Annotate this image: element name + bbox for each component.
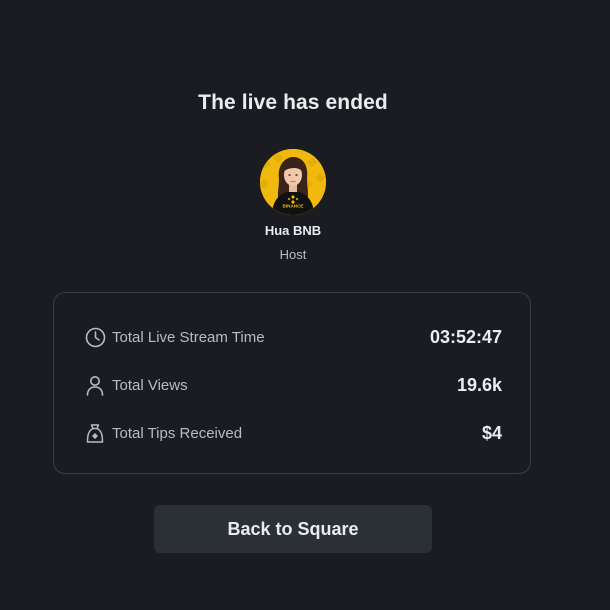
back-to-square-button[interactable]: Back to Square (154, 505, 432, 553)
stat-row-live-time: Total Live Stream Time 03:52:47 (84, 325, 502, 349)
page-title: The live has ended (198, 91, 388, 114)
avatar: BINANCE (260, 149, 326, 215)
money-bag-icon (84, 422, 106, 444)
stat-label: Total Views (112, 376, 188, 394)
stat-row-tips: Total Tips Received $4 (84, 421, 502, 445)
stat-label: Total Tips Received (112, 424, 243, 442)
svg-text:BINANCE: BINANCE (283, 204, 304, 209)
stat-value: 03:52:47 (429, 326, 502, 347)
stat-value: $4 (481, 422, 502, 443)
host-avatar-image: BINANCE (260, 149, 326, 215)
stat-row-views: Total Views 19.6k (84, 373, 502, 397)
host-name: Hua BNB (264, 223, 322, 238)
clock-icon (84, 326, 106, 348)
user-icon (84, 374, 106, 396)
stat-value: 19.6k (456, 374, 502, 395)
stat-label: Total Live Stream Time (112, 328, 265, 346)
stats-card: Total Live Stream Time 03:52:47 Total Vi… (53, 292, 531, 474)
host-role: Host (279, 247, 307, 262)
